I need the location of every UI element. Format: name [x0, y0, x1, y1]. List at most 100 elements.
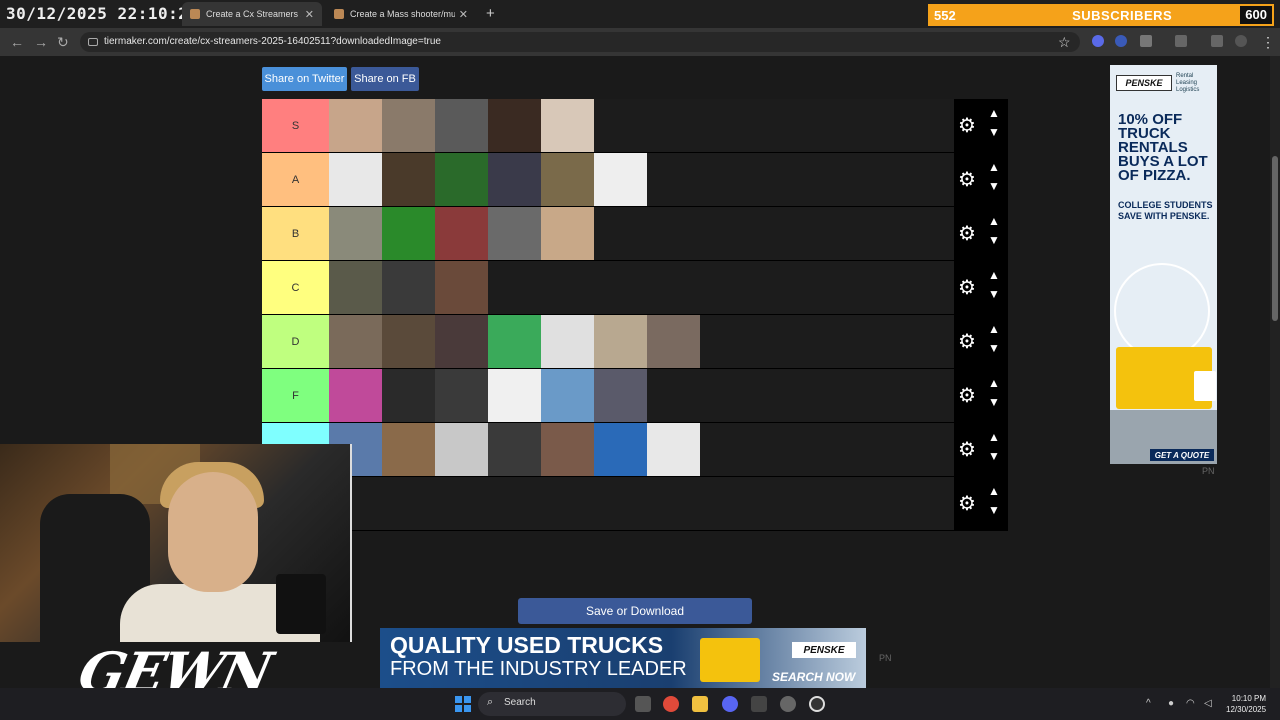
menu-kebab-icon[interactable]: ⋮: [1261, 34, 1275, 51]
reload-icon[interactable]: ↻: [57, 34, 69, 51]
new-tab-icon[interactable]: +: [486, 5, 495, 22]
chrome-icon[interactable]: [663, 696, 679, 712]
streamer-thumbnail[interactable]: [329, 153, 382, 206]
right-ad-banner[interactable]: PENSKE Rental Leasing Logistics 10% OFF …: [1110, 65, 1217, 464]
chevron-up-icon[interactable]: ▲: [988, 322, 1000, 336]
tier-label[interactable]: D: [262, 315, 329, 368]
extension-icon[interactable]: [1115, 35, 1127, 47]
tray-overflow-icon[interactable]: ^: [1146, 698, 1151, 709]
taskbar-search[interactable]: ⌕ Search: [478, 692, 626, 716]
gear-icon[interactable]: ⚙: [958, 329, 976, 354]
extensions-puzzle-icon[interactable]: [1140, 35, 1152, 47]
streamer-thumbnail[interactable]: [435, 153, 488, 206]
streamer-thumbnail[interactable]: [488, 369, 541, 422]
streamer-thumbnail[interactable]: [541, 153, 594, 206]
share-fb-button[interactable]: Share on FB: [351, 67, 419, 91]
streamer-thumbnail[interactable]: [647, 423, 700, 476]
streamer-thumbnail[interactable]: [329, 261, 382, 314]
ad-cta-button[interactable]: GET A QUOTE: [1150, 449, 1214, 461]
chevron-down-icon[interactable]: ▼: [988, 503, 1000, 517]
wifi-tray-icon[interactable]: ◠: [1186, 698, 1195, 709]
streamer-thumbnail[interactable]: [435, 207, 488, 260]
gear-icon[interactable]: ⚙: [958, 275, 976, 300]
tier-label[interactable]: C: [262, 261, 329, 314]
app-icon[interactable]: [751, 696, 767, 712]
streamer-thumbnail[interactable]: [647, 315, 700, 368]
gear-icon[interactable]: ⚙: [958, 437, 976, 462]
close-tab-icon[interactable]: ✕: [459, 8, 468, 21]
chevron-up-icon[interactable]: ▲: [988, 268, 1000, 282]
streamer-thumbnail[interactable]: [488, 207, 541, 260]
streamer-thumbnail[interactable]: [435, 261, 488, 314]
chevron-up-icon[interactable]: ▲: [988, 106, 1000, 120]
gear-icon[interactable]: ⚙: [958, 491, 976, 516]
streamer-thumbnail[interactable]: [382, 261, 435, 314]
streamer-thumbnail[interactable]: [382, 369, 435, 422]
url-field[interactable]: tiermaker.com/create/cx-streamers-2025-1…: [80, 32, 1080, 52]
chevron-up-icon[interactable]: ▲: [988, 376, 1000, 390]
tier-label[interactable]: S: [262, 99, 329, 152]
streamer-thumbnail[interactable]: [329, 207, 382, 260]
profile-avatar-icon[interactable]: [1235, 35, 1247, 47]
chevron-down-icon[interactable]: ▼: [988, 395, 1000, 409]
streamer-thumbnail[interactable]: [594, 153, 647, 206]
streamer-thumbnail[interactable]: [329, 369, 382, 422]
chevron-up-icon[interactable]: ▲: [988, 430, 1000, 444]
save-download-button[interactable]: Save or Download: [518, 598, 752, 624]
windows-start-icon[interactable]: [455, 696, 471, 712]
mic-tray-icon[interactable]: ●: [1168, 698, 1174, 709]
discord-icon[interactable]: [722, 696, 738, 712]
tier-label[interactable]: A: [262, 153, 329, 206]
streamer-thumbnail[interactable]: [329, 99, 382, 152]
volume-tray-icon[interactable]: ◁: [1204, 698, 1212, 709]
streamer-thumbnail[interactable]: [435, 369, 488, 422]
streamer-thumbnail[interactable]: [541, 99, 594, 152]
close-tab-icon[interactable]: ✕: [305, 8, 314, 21]
streamer-thumbnail[interactable]: [435, 315, 488, 368]
gear-icon[interactable]: ⚙: [958, 383, 976, 408]
streamer-thumbnail[interactable]: [488, 423, 541, 476]
chevron-up-icon[interactable]: ▲: [988, 484, 1000, 498]
share-twitter-button[interactable]: Share on Twitter: [262, 67, 347, 91]
streamer-thumbnail[interactable]: [382, 153, 435, 206]
streamer-thumbnail[interactable]: [594, 423, 647, 476]
chevron-down-icon[interactable]: ▼: [988, 341, 1000, 355]
streamer-thumbnail[interactable]: [382, 99, 435, 152]
tier-label[interactable]: F: [262, 369, 329, 422]
streamer-thumbnail[interactable]: [382, 207, 435, 260]
streamer-thumbnail[interactable]: [488, 153, 541, 206]
chevron-up-icon[interactable]: ▲: [988, 214, 1000, 228]
back-icon[interactable]: ←: [10, 34, 24, 50]
bottom-ad-banner[interactable]: QUALITY USED TRUCKS FROM THE INDUSTRY LE…: [380, 628, 866, 688]
tab-tiermaker[interactable]: Create a Cx Streamers 2025 Tier ✕: [182, 2, 322, 26]
page-scrollbar[interactable]: [1270, 56, 1280, 688]
streamer-thumbnail[interactable]: [541, 315, 594, 368]
chevron-down-icon[interactable]: ▼: [988, 287, 1000, 301]
tab-second[interactable]: Create a Mass shooter/murdere ✕: [326, 2, 476, 26]
taskbar-clock[interactable]: 10:10 PM 12/30/2025: [1226, 693, 1266, 715]
streamer-thumbnail[interactable]: [594, 315, 647, 368]
app-icon[interactable]: [780, 696, 796, 712]
streamer-thumbnail[interactable]: [435, 99, 488, 152]
chevron-down-icon[interactable]: ▼: [988, 449, 1000, 463]
clock-app-icon[interactable]: [809, 696, 825, 712]
streamer-thumbnail[interactable]: [594, 369, 647, 422]
site-info-icon[interactable]: [88, 38, 98, 46]
tier-label[interactable]: B: [262, 207, 329, 260]
streamer-thumbnail[interactable]: [488, 315, 541, 368]
gear-icon[interactable]: ⚙: [958, 167, 976, 192]
streamer-thumbnail[interactable]: [488, 99, 541, 152]
scrollbar-thumb[interactable]: [1272, 156, 1278, 321]
extension-icon[interactable]: [1092, 35, 1104, 47]
streamer-thumbnail[interactable]: [382, 315, 435, 368]
streamer-thumbnail[interactable]: [541, 423, 594, 476]
streamer-thumbnail[interactable]: [435, 423, 488, 476]
streamer-thumbnail[interactable]: [541, 369, 594, 422]
streamer-thumbnail[interactable]: [541, 207, 594, 260]
ad-cta-button[interactable]: SEARCH NOW: [772, 670, 855, 684]
gear-icon[interactable]: ⚙: [958, 221, 976, 246]
gear-icon[interactable]: ⚙: [958, 113, 976, 138]
bookmark-star-icon[interactable]: ☆: [1058, 34, 1071, 51]
file-explorer-icon[interactable]: [692, 696, 708, 712]
media-icon[interactable]: [1211, 35, 1223, 47]
